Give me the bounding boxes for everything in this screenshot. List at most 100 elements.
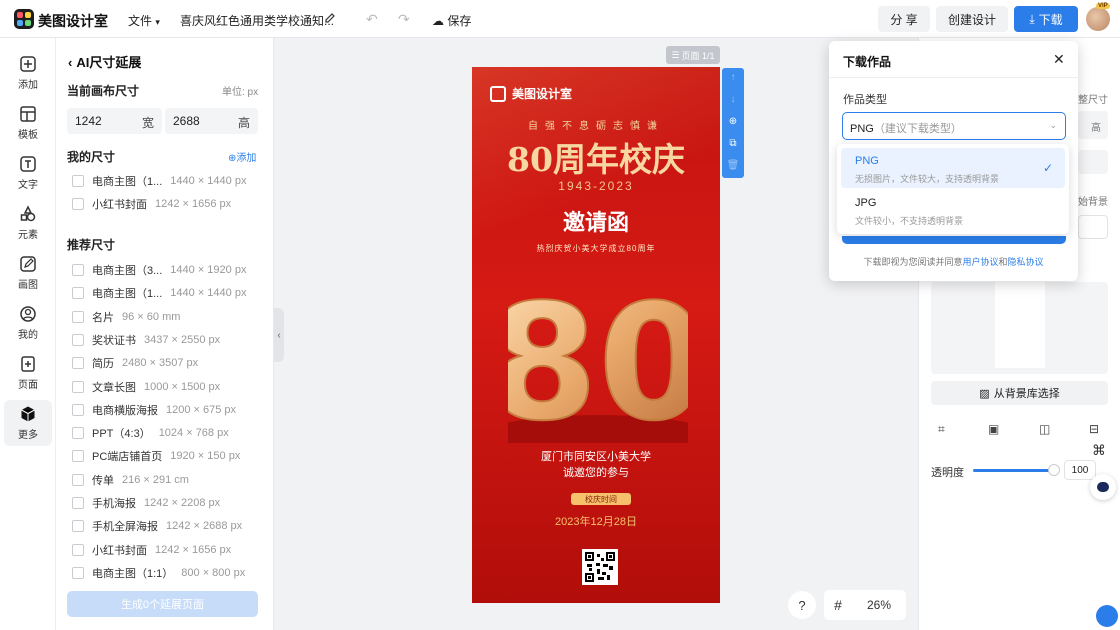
checkbox[interactable]	[72, 333, 84, 346]
dialog-download-bar[interactable]	[842, 236, 1066, 244]
privacy-link[interactable]: 隐私协议	[1008, 257, 1044, 267]
checkbox[interactable]	[72, 427, 84, 440]
crop-icon[interactable]: ⌗	[938, 422, 945, 437]
file-type-select[interactable]: PNG（建议下载类型） ⌄	[842, 112, 1066, 140]
help-button[interactable]: ?	[788, 591, 816, 619]
checkbox[interactable]	[72, 520, 84, 533]
rail-item-elements[interactable]: 元素	[4, 200, 52, 246]
add-size-button[interactable]: ⊕添加	[228, 149, 256, 164]
right-height-box[interactable]: 高	[1078, 111, 1108, 139]
size-option[interactable]: 电商主图（1... 1440 × 1440 px	[72, 171, 246, 191]
size-option[interactable]: 电商主图（1:1） 800 × 800 px	[72, 563, 245, 583]
checkbox[interactable]	[72, 198, 84, 211]
page-indicator[interactable]: ☰ 页面 1/1	[666, 46, 720, 64]
size-option[interactable]: 传单 216 × 291 cm	[72, 470, 189, 490]
size-option[interactable]: 文章长图 1000 × 1500 px	[72, 377, 220, 397]
panel-title[interactable]: ‹ AI尺寸延展	[68, 52, 141, 71]
option-png[interactable]: PNG 无损图片，文件较大，支持透明背景 ✓	[841, 148, 1065, 188]
checkbox[interactable]	[72, 403, 84, 416]
poster-canvas[interactable]: 美图设计室 自强不息砺志慎谦 80周年校庆 1943-2023 邀请函 热烈庆贺…	[472, 67, 720, 603]
support-icon[interactable]	[1096, 605, 1118, 627]
edit-icon[interactable]	[324, 12, 336, 24]
rail-item-more[interactable]: 更多	[4, 400, 52, 446]
user-icon	[20, 306, 36, 322]
width-field[interactable]: 1242 宽	[67, 108, 162, 134]
checkbox[interactable]	[72, 357, 84, 370]
option-jpg[interactable]: JPG 文件较小，不支持透明背景	[841, 190, 1065, 230]
flip-vertical-icon[interactable]: ⊟	[1089, 422, 1099, 436]
app-logo-icon[interactable]	[14, 9, 34, 29]
opacity-slider-handle[interactable]	[1048, 464, 1060, 476]
rail-item-text[interactable]: 文字	[4, 150, 52, 196]
checkbox[interactable]	[72, 543, 84, 556]
opacity-label: 透明度	[931, 467, 964, 479]
size-option[interactable]: 手机海报 1242 × 2208 px	[72, 493, 220, 513]
poster-subtitle: 热烈庆贺小美大学成立80周年	[536, 244, 656, 253]
redo-icon[interactable]: ↷	[398, 11, 410, 28]
create-design-button[interactable]: 创建设计	[936, 6, 1008, 32]
share-button[interactable]: 分 享	[878, 6, 930, 32]
size-option[interactable]: 电商主图（1... 1440 × 1440 px	[72, 283, 246, 303]
shortcut-icon[interactable]: ⌘	[1092, 442, 1106, 459]
document-title[interactable]: 喜庆风红色通用类学校通知...	[180, 12, 334, 29]
check-icon: ✓	[1042, 161, 1053, 175]
undo-icon[interactable]: ↶	[366, 11, 378, 28]
checkbox[interactable]	[72, 566, 84, 579]
size-option[interactable]: 小红书封面 1242 × 1656 px	[72, 540, 231, 560]
filter-icon[interactable]: ▣	[988, 422, 999, 436]
user-agreement-link[interactable]: 用户协议	[962, 257, 998, 267]
opacity-input[interactable]: 100	[1064, 460, 1096, 480]
rail-item-pages[interactable]: 页面	[4, 350, 52, 396]
move-down-icon[interactable]: ↓	[722, 94, 744, 105]
avatar[interactable]	[1086, 7, 1110, 31]
agreement-prefix: 下载即视为您阅读并同意	[863, 257, 963, 267]
back-arrow-icon[interactable]: ‹	[68, 55, 72, 70]
flip-horizontal-icon[interactable]: ◫	[1039, 422, 1050, 436]
rail-item-draw[interactable]: 画图	[4, 250, 52, 296]
size-option[interactable]: 电商横版海报 1200 × 675 px	[72, 400, 236, 420]
checkbox[interactable]	[72, 497, 84, 509]
save-button[interactable]: ☁ 保存	[432, 12, 471, 29]
checkbox[interactable]	[72, 264, 84, 276]
size-option[interactable]: 手机全屏海报 1242 × 2688 px	[72, 516, 242, 536]
zoom-level[interactable]: 26%	[852, 598, 906, 612]
checkbox[interactable]	[72, 175, 84, 187]
rail-item-template[interactable]: 模板	[4, 100, 52, 146]
collapse-panel-handle[interactable]: ‹	[274, 308, 284, 362]
duplicate-icon[interactable]: ⧉	[722, 138, 744, 149]
checkbox[interactable]	[72, 473, 84, 486]
size-option[interactable]: 小红书封面 1242 × 1656 px	[72, 194, 231, 214]
vip-badge: VIP	[1096, 3, 1110, 9]
bg-library-button[interactable]: ▨ 从背景库选择	[931, 381, 1108, 405]
add-page-icon[interactable]: ⊕	[722, 116, 744, 127]
rail-item-mine[interactable]: 我的	[4, 300, 52, 346]
file-menu[interactable]: 文件 ▾	[128, 12, 160, 29]
right-row-box[interactable]	[1078, 150, 1108, 174]
delete-icon[interactable]: 🗑	[722, 160, 744, 171]
size-option[interactable]: 奖状证书 3437 × 2550 px	[72, 330, 220, 350]
size-option-dim: 1200 × 675 px	[166, 403, 237, 416]
size-option[interactable]: 电商主图（3... 1440 × 1920 px	[72, 260, 246, 280]
checkbox[interactable]	[72, 450, 84, 463]
poster-title: 80周年校庆	[507, 140, 685, 179]
close-icon[interactable]: ✕	[1053, 51, 1065, 68]
opacity-slider[interactable]	[973, 469, 1055, 472]
download-button[interactable]: ⤓ 下载	[1014, 6, 1078, 32]
grid-icon[interactable]: #	[824, 597, 852, 613]
panel-title-text: AI尺寸延展	[76, 55, 142, 70]
height-field[interactable]: 2688 高	[165, 108, 258, 134]
size-option[interactable]: PPT（4:3） 1024 × 768 px	[72, 423, 229, 443]
shapes-icon	[20, 205, 36, 222]
move-up-icon[interactable]: ↑	[722, 72, 744, 83]
assistant-icon[interactable]	[1090, 474, 1116, 500]
generate-button[interactable]: 生成0个延展页面	[67, 591, 258, 617]
checkbox[interactable]	[72, 310, 84, 323]
size-option[interactable]: PC端店铺首页 1920 × 150 px	[72, 446, 240, 466]
zoom-control[interactable]: #26%	[824, 590, 906, 620]
checkbox[interactable]	[72, 287, 84, 300]
size-option[interactable]: 名片 96 × 60 mm	[72, 307, 180, 327]
right-color-box[interactable]	[1078, 215, 1108, 239]
size-option[interactable]: 简历 2480 × 3507 px	[72, 353, 198, 373]
checkbox[interactable]	[72, 380, 84, 393]
rail-item-add[interactable]: 添加	[4, 50, 52, 96]
